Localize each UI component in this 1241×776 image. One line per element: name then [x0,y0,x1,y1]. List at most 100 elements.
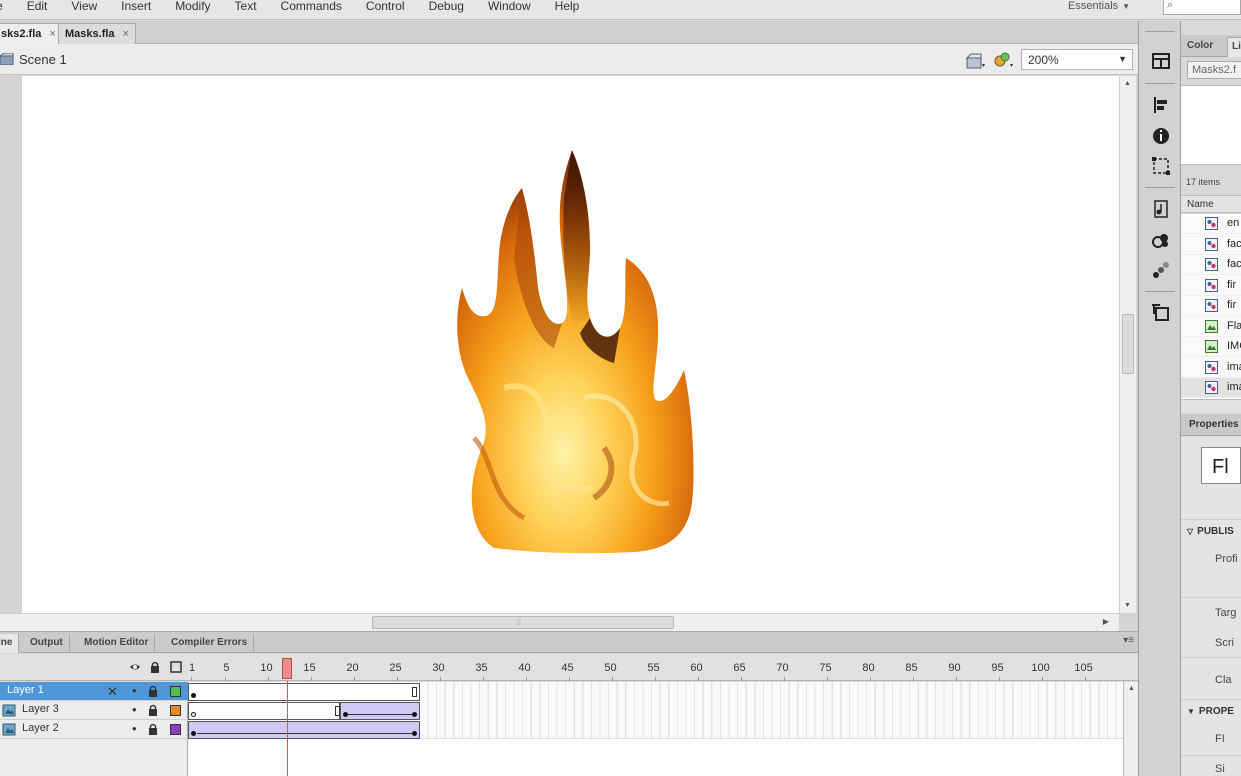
tab-library[interactable]: Li [1227,37,1241,57]
frame-span-layer-1[interactable] [188,683,420,701]
menu-text[interactable]: Text [223,0,269,20]
menu-control[interactable]: Control [354,0,417,20]
motion-tween-layer-3[interactable] [340,702,420,720]
ruler-tick [870,677,872,681]
doc-tab-masks[interactable]: Masks.fla × [58,23,136,44]
keyframe[interactable] [191,693,196,698]
layer-color-box[interactable] [170,705,181,716]
tab-properties[interactable]: Properties [1181,414,1241,436]
help-search-input[interactable]: ⌕ [1163,0,1241,15]
lock-icon[interactable] [148,704,158,716]
transform-icon[interactable] [1150,155,1172,177]
visibility-dot[interactable]: • [132,721,137,736]
ruler-tick [999,677,1001,681]
edit-symbols-icon[interactable] [992,50,1014,70]
library-column-header[interactable]: Name [1181,195,1241,213]
layer-row-2[interactable]: Layer 2 • [0,720,188,739]
keyframe[interactable] [412,712,417,717]
timeline-scrollbar[interactable]: ▲ [1123,682,1138,776]
publish-section-header[interactable]: ▽ PUBLIS [1187,526,1234,537]
menu-modify[interactable]: Modify [163,0,222,20]
menu-view[interactable]: View [59,0,109,20]
library-item[interactable]: en [1181,214,1241,234]
layer-row-3[interactable]: Layer 3 • [0,701,188,720]
info-icon[interactable] [1150,125,1172,147]
keyframe[interactable] [191,731,196,736]
menu-file[interactable]: e [0,0,15,20]
blank-keyframe[interactable] [191,712,196,717]
menu-help[interactable]: Help [543,0,592,20]
lock-icon[interactable] [148,723,158,735]
align-panel-icon[interactable] [1150,50,1172,72]
menu-window[interactable]: Window [476,0,543,20]
keyframe[interactable] [412,731,417,736]
align-left-icon[interactable] [1150,94,1172,116]
outline-icon[interactable] [170,661,182,673]
lock-icon[interactable] [148,685,158,697]
library-item[interactable]: fac [1181,235,1241,255]
library-item[interactable]: Fla [1181,317,1241,337]
menu-insert[interactable]: Insert [109,0,163,20]
panel-menu-icon[interactable]: ▾≡ [1123,635,1134,646]
motion-presets-icon[interactable] [1150,259,1172,281]
scroll-thumb[interactable] [1122,314,1134,374]
tab-color[interactable]: Color [1183,37,1217,57]
layer-color-box[interactable] [170,724,181,735]
menu-edit[interactable]: Edit [15,0,60,20]
edit-scene-icon[interactable] [964,50,986,70]
library-item-name: Fla [1227,319,1241,332]
doc-tab-masks2[interactable]: sks2.fla × [0,23,63,44]
library-icon[interactable] [1150,198,1172,220]
library-item[interactable]: fir [1181,296,1241,316]
menu-debug[interactable]: Debug [417,0,476,20]
ruler-tick [526,677,528,681]
empty-frames[interactable] [420,682,1123,739]
edit-bar: Scene 1 200% ▼ [0,44,1138,75]
stage[interactable] [22,76,1120,613]
scroll-down-icon[interactable]: ▼ [1124,602,1131,609]
flame-masked-image[interactable] [434,148,700,554]
library-item[interactable]: IMG [1181,337,1241,357]
zoom-select[interactable]: 200% ▼ [1021,49,1133,70]
components-icon[interactable] [1150,229,1172,251]
properties-section-header[interactable]: ▼ PROPE [1187,706,1234,717]
close-icon[interactable]: × [123,28,129,40]
frame-number: 95 [991,662,1004,674]
scroll-up-icon[interactable]: ▲ [1128,685,1135,692]
workspace-switcher[interactable]: Essentials ▼ [1068,0,1130,14]
frame-number: 5 [223,662,230,674]
lock-icon[interactable] [149,661,161,673]
tab-output[interactable]: Output [24,634,70,653]
code-snippets-icon[interactable] [1150,302,1172,324]
stage-vertical-scrollbar[interactable]: ▲ ▼ [1119,76,1136,613]
library-document-select[interactable]: Masks2.f [1187,61,1241,79]
library-item[interactable]: fir [1181,276,1241,296]
menu-commands[interactable]: Commands [269,0,354,20]
layer-row-1[interactable]: Layer 1 ✕ • [0,682,188,701]
library-list: en fac fac fir fir Fla IMG ima ima [1181,214,1241,399]
scroll-up-icon[interactable]: ▲ [1124,80,1131,87]
end-frame[interactable] [412,687,417,697]
library-item[interactable]: ima [1181,358,1241,378]
library-item[interactable]: ima [1181,378,1241,398]
stage-horizontal-scrollbar[interactable]: ⦙⦙ ▶ [0,613,1119,631]
close-icon[interactable]: × [49,28,55,40]
visibility-dot[interactable]: • [132,702,137,717]
tab-timeline[interactable]: ine [0,634,20,653]
library-item[interactable]: fac [1181,255,1241,275]
playhead[interactable] [282,658,292,679]
ruler-tick [655,677,657,681]
frame-area[interactable] [188,682,1123,776]
ruler-tick [612,677,614,681]
tab-motion-editor[interactable]: Motion Editor [78,634,156,653]
scroll-thumb[interactable]: ⦙⦙ [372,616,674,629]
scroll-right-icon[interactable]: ▶ [1103,617,1109,626]
frame-span-layer-3[interactable] [188,702,340,720]
tab-compiler-errors[interactable]: Compiler Errors [165,634,255,653]
masked-layer-icon [2,723,16,736]
eye-icon[interactable] [129,661,141,673]
motion-tween-layer-2[interactable] [188,721,420,739]
layer-color-box[interactable] [170,686,181,697]
frame-ruler[interactable]: 1 5 10 15 20 25 30 35 40 45 50 55 60 65 70 75 80 85 90 95 10… [188,654,1123,681]
visibility-dot[interactable]: • [132,683,137,698]
